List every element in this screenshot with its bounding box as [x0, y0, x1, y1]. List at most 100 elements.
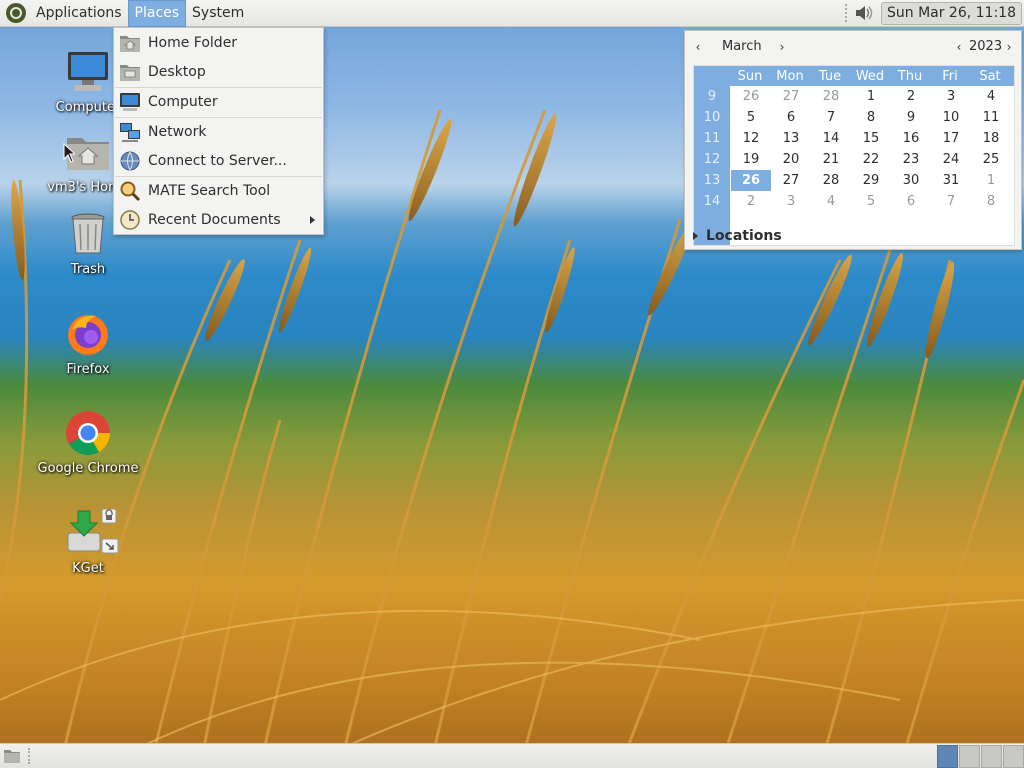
expander-arrow-icon — [693, 232, 698, 240]
workspace-1[interactable] — [937, 745, 958, 768]
day-header: Sun — [737, 69, 763, 84]
calendar-day[interactable]: 7 — [811, 107, 851, 128]
week-number: 10 — [703, 110, 721, 125]
menu-item-recent-documents[interactable]: Recent Documents — [114, 206, 323, 234]
calendar-day[interactable]: 23 — [891, 149, 931, 170]
menu-item-connect-to-server[interactable]: Connect to Server... — [114, 147, 323, 175]
menu-item-home-folder[interactable]: Home Folder — [114, 29, 323, 57]
day-header: Fri — [942, 69, 958, 84]
calendar-header: ‹ March › ‹ 2023 › — [685, 37, 1021, 57]
calendar-day[interactable]: 17 — [931, 128, 971, 149]
workspace-2[interactable] — [959, 745, 980, 768]
applications-menu[interactable]: Applications — [30, 0, 128, 27]
desktop-icon-firefox[interactable]: Firefox — [33, 310, 143, 377]
clock-applet[interactable]: Sun Mar 26, 11:18 — [880, 1, 1022, 25]
prev-month-button[interactable]: ‹ — [691, 39, 705, 55]
show-desktop-icon[interactable] — [3, 748, 21, 764]
calendar-day[interactable]: 18 — [971, 128, 1011, 149]
computer-icon — [119, 91, 141, 113]
menu-item-computer[interactable]: Computer — [114, 88, 323, 116]
calendar-day[interactable]: 26 — [731, 170, 771, 191]
calendar-day[interactable]: 8 — [971, 191, 1011, 212]
calendar-day[interactable]: 6 — [771, 107, 811, 128]
calendar-day[interactable]: 26 — [731, 86, 771, 107]
calendar-day[interactable]: 10 — [931, 107, 971, 128]
calendar-day[interactable]: 21 — [811, 149, 851, 170]
locations-expander[interactable]: Locations — [693, 228, 782, 244]
calendar-day[interactable]: 31 — [931, 170, 971, 191]
calendar-day[interactable]: 13 — [771, 128, 811, 149]
prev-year-button[interactable]: ‹ — [952, 39, 966, 55]
desktop-icon-label: Trash — [70, 262, 106, 277]
menu-item-label: MATE Search Tool — [148, 183, 271, 199]
calendar-day[interactable]: 5 — [731, 107, 771, 128]
submenu-arrow-icon — [310, 216, 315, 224]
calendar-day[interactable]: 1 — [971, 170, 1011, 191]
calendar-month: March — [722, 39, 762, 54]
menu-item-label: Connect to Server... — [148, 153, 287, 169]
mate-logo-icon[interactable] — [6, 3, 26, 23]
panel-handle[interactable] — [28, 748, 32, 764]
calendar-day[interactable]: 5 — [851, 191, 891, 212]
workspace-3[interactable] — [981, 745, 1002, 768]
menu-item-network[interactable]: Network — [114, 118, 323, 146]
menu-item-mate-search-tool[interactable]: MATE Search Tool — [114, 177, 323, 205]
globe-icon — [119, 150, 141, 172]
calendar-day[interactable]: 14 — [811, 128, 851, 149]
places-dropdown: Home Folder Desktop Computer Network Con… — [113, 27, 324, 235]
calendar-day[interactable]: 9 — [891, 107, 931, 128]
calendar-day[interactable]: 2 — [891, 86, 931, 107]
calendar-day[interactable]: 4 — [971, 86, 1011, 107]
week-number: 12 — [703, 152, 721, 167]
calendar-day[interactable]: 27 — [771, 86, 811, 107]
calendar-day[interactable]: 29 — [851, 170, 891, 191]
calendar-day[interactable]: 20 — [771, 149, 811, 170]
calendar-day[interactable]: 12 — [731, 128, 771, 149]
kget-icon — [64, 509, 119, 557]
calendar-day[interactable]: 4 — [811, 191, 851, 212]
calendar-day[interactable]: 22 — [851, 149, 891, 170]
desktop-icon-label: Firefox — [66, 362, 110, 377]
calendar-day[interactable]: 27 — [771, 170, 811, 191]
week-number: 13 — [703, 173, 721, 188]
calendar-day[interactable]: 3 — [771, 191, 811, 212]
calendar-day[interactable]: 24 — [931, 149, 971, 170]
chrome-icon — [64, 409, 112, 457]
calendar-day[interactable]: 1 — [851, 86, 891, 107]
calendar-day[interactable]: 2 — [731, 191, 771, 212]
calendar-day[interactable]: 8 — [851, 107, 891, 128]
calendar-day[interactable]: 3 — [931, 86, 971, 107]
locations-label: Locations — [706, 228, 782, 244]
calendar-day[interactable]: 15 — [851, 128, 891, 149]
calendar-day[interactable]: 28 — [811, 170, 851, 191]
calendar-day[interactable]: 19 — [731, 149, 771, 170]
menu-item-label: Recent Documents — [148, 212, 281, 228]
calendar-day[interactable]: 11 — [971, 107, 1011, 128]
clock-icon — [119, 209, 141, 231]
desktop-icon-chrome[interactable]: Google Chrome — [33, 409, 143, 476]
next-month-button[interactable]: › — [775, 39, 789, 55]
volume-icon[interactable] — [853, 2, 875, 24]
computer-icon — [64, 48, 112, 96]
panel-handle[interactable] — [844, 4, 849, 22]
calendar-day[interactable]: 7 — [931, 191, 971, 212]
desktop-folder-icon — [119, 61, 141, 83]
menu-item-desktop[interactable]: Desktop — [114, 58, 323, 86]
menu-item-label: Network — [148, 124, 207, 140]
places-menu[interactable]: Places — [127, 0, 187, 27]
home-folder-icon — [119, 32, 141, 54]
calendar-grid: Sun Mon Tue Wed Thu Fri Sat 9 26 27 28 1 2 3 4 10 5 6 7 8 9 1… — [693, 65, 1015, 246]
system-tray: Sun Mar 26, 11:18 — [844, 0, 1024, 27]
day-header: Thu — [897, 69, 923, 84]
system-menu[interactable]: System — [186, 0, 250, 27]
calendar-day[interactable]: 25 — [971, 149, 1011, 170]
next-year-button[interactable]: › — [1002, 39, 1016, 55]
day-header: Tue — [818, 69, 842, 84]
search-icon — [119, 180, 141, 202]
calendar-day[interactable]: 28 — [811, 86, 851, 107]
desktop-icon-kget[interactable]: KGet — [33, 509, 143, 576]
calendar-day[interactable]: 6 — [891, 191, 931, 212]
workspace-4[interactable] — [1003, 745, 1024, 768]
calendar-day[interactable]: 30 — [891, 170, 931, 191]
calendar-day[interactable]: 16 — [891, 128, 931, 149]
